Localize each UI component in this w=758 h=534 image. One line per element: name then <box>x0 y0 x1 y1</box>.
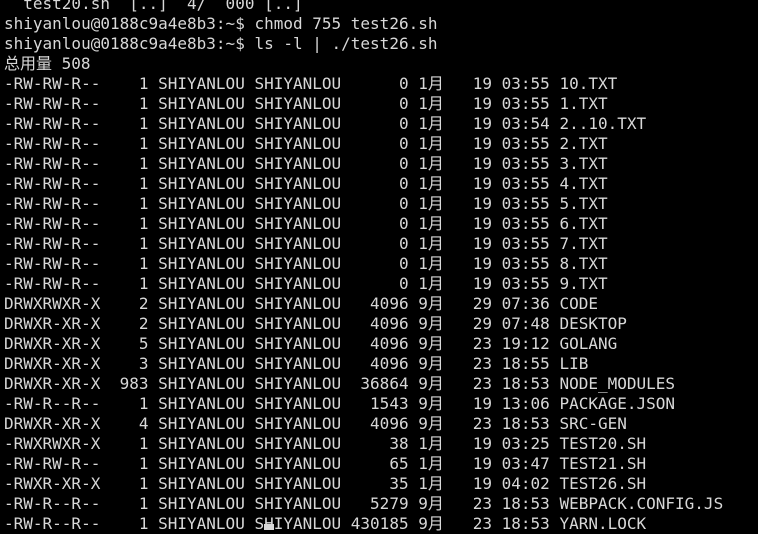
file-row: -RW-RW-R-- 1 SHIYANLOU SHIYANLOU 0 1月 19… <box>4 134 608 153</box>
file-row: -RW-RW-R-- 1 SHIYANLOU SHIYANLOU 0 1月 19… <box>4 274 608 293</box>
file-row: -RW-RW-R-- 1 SHIYANLOU SHIYANLOU 0 1月 19… <box>4 194 608 213</box>
file-row: -RW-RW-R-- 1 SHIYANLOU SHIYANLOU 0 1月 19… <box>4 94 608 113</box>
file-row: -RW-RW-R-- 1 SHIYANLOU SHIYANLOU 0 1月 19… <box>4 174 608 193</box>
terminal-output[interactable]: test20.sh [..] 4/ 000 [..] shiyanlou@018… <box>4 0 758 534</box>
file-row: DRWXRWXR-X 2 SHIYANLOU SHIYANLOU 4096 9月… <box>4 294 598 313</box>
file-row: -RW-RW-R-- 1 SHIYANLOU SHIYANLOU 0 1月 19… <box>4 74 618 93</box>
file-row: DRWXR-XR-X 4 SHIYANLOU SHIYANLOU 4096 9月… <box>4 414 627 433</box>
file-row: -RW-R--R-- 1 SHIYANLOU SHIYANLOU 1543 9月… <box>4 394 676 413</box>
file-row: DRWXR-XR-X 983 SHIYANLOU SHIYANLOU 36864… <box>4 374 676 393</box>
file-row: -RW-R--R-- 1 SHIYANLOU SHIYANLOU 430185 … <box>4 514 647 533</box>
file-row: -RW-RW-R-- 1 SHIYANLOU SHIYANLOU 0 1月 19… <box>4 114 647 133</box>
file-row: -RW-RW-R-- 1 SHIYANLOU SHIYANLOU 65 1月 1… <box>4 454 647 473</box>
file-row: -RW-RW-R-- 1 SHIYANLOU SHIYANLOU 0 1月 19… <box>4 254 608 273</box>
file-row: DRWXR-XR-X 3 SHIYANLOU SHIYANLOU 4096 9月… <box>4 354 589 373</box>
terminal-line: test20.sh [..] 4/ 000 [..] <box>4 0 303 13</box>
file-row: -RW-RW-R-- 1 SHIYANLOU SHIYANLOU 0 1月 19… <box>4 214 608 233</box>
file-row: DRWXR-XR-X 5 SHIYANLOU SHIYANLOU 4096 9月… <box>4 334 618 353</box>
file-row: -RW-RW-R-- 1 SHIYANLOU SHIYANLOU 0 1月 19… <box>4 154 608 173</box>
file-row: -RWXRWXR-X 1 SHIYANLOU SHIYANLOU 38 1月 1… <box>4 434 647 453</box>
command-line: shiyanlou@0188c9a4e8b3:~$ chmod 755 test… <box>4 14 438 33</box>
file-row: -RWXR-XR-X 1 SHIYANLOU SHIYANLOU 35 1月 1… <box>4 474 647 493</box>
total-line: 总用量 508 <box>4 54 91 73</box>
file-row: -RW-R--R-- 1 SHIYANLOU SHIYANLOU 5279 9月… <box>4 494 724 513</box>
text-cursor <box>264 524 274 530</box>
file-row: DRWXR-XR-X 2 SHIYANLOU SHIYANLOU 4096 9月… <box>4 314 627 333</box>
file-row: -RW-RW-R-- 1 SHIYANLOU SHIYANLOU 0 1月 19… <box>4 234 608 253</box>
command-line: shiyanlou@0188c9a4e8b3:~$ ls -l | ./test… <box>4 34 438 53</box>
